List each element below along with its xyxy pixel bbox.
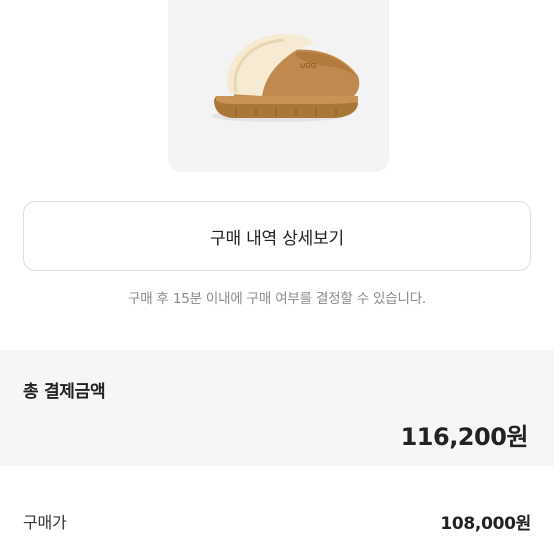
decision-notice-text: 구매 후 15분 이내에 구매 여부를 결정할 수 있습니다. <box>128 291 426 307</box>
purchase-detail-button[interactable]: 구매 내역 상세보기 <box>23 201 531 271</box>
slipper-product-image: UGG <box>212 34 360 122</box>
svg-text:UGG: UGG <box>300 62 316 70</box>
total-payment-label: 총 결제금액 <box>23 382 106 402</box>
price-row-value: 108,000원 <box>440 513 531 534</box>
price-row-purchase: 구매가 108,000원 <box>23 507 531 535</box>
price-row-label: 구매가 <box>23 513 67 532</box>
section-divider <box>0 466 554 478</box>
purchase-summary-page: UGG 구매 내역 상세보기 구매 후 15분 이내에 구매 여부를 결정할 수… <box>0 0 554 554</box>
product-image-card[interactable]: UGG <box>168 0 389 172</box>
total-payment-section: 총 결제금액 116,200원 <box>0 350 554 466</box>
total-payment-value: 116,200원 <box>400 423 529 451</box>
